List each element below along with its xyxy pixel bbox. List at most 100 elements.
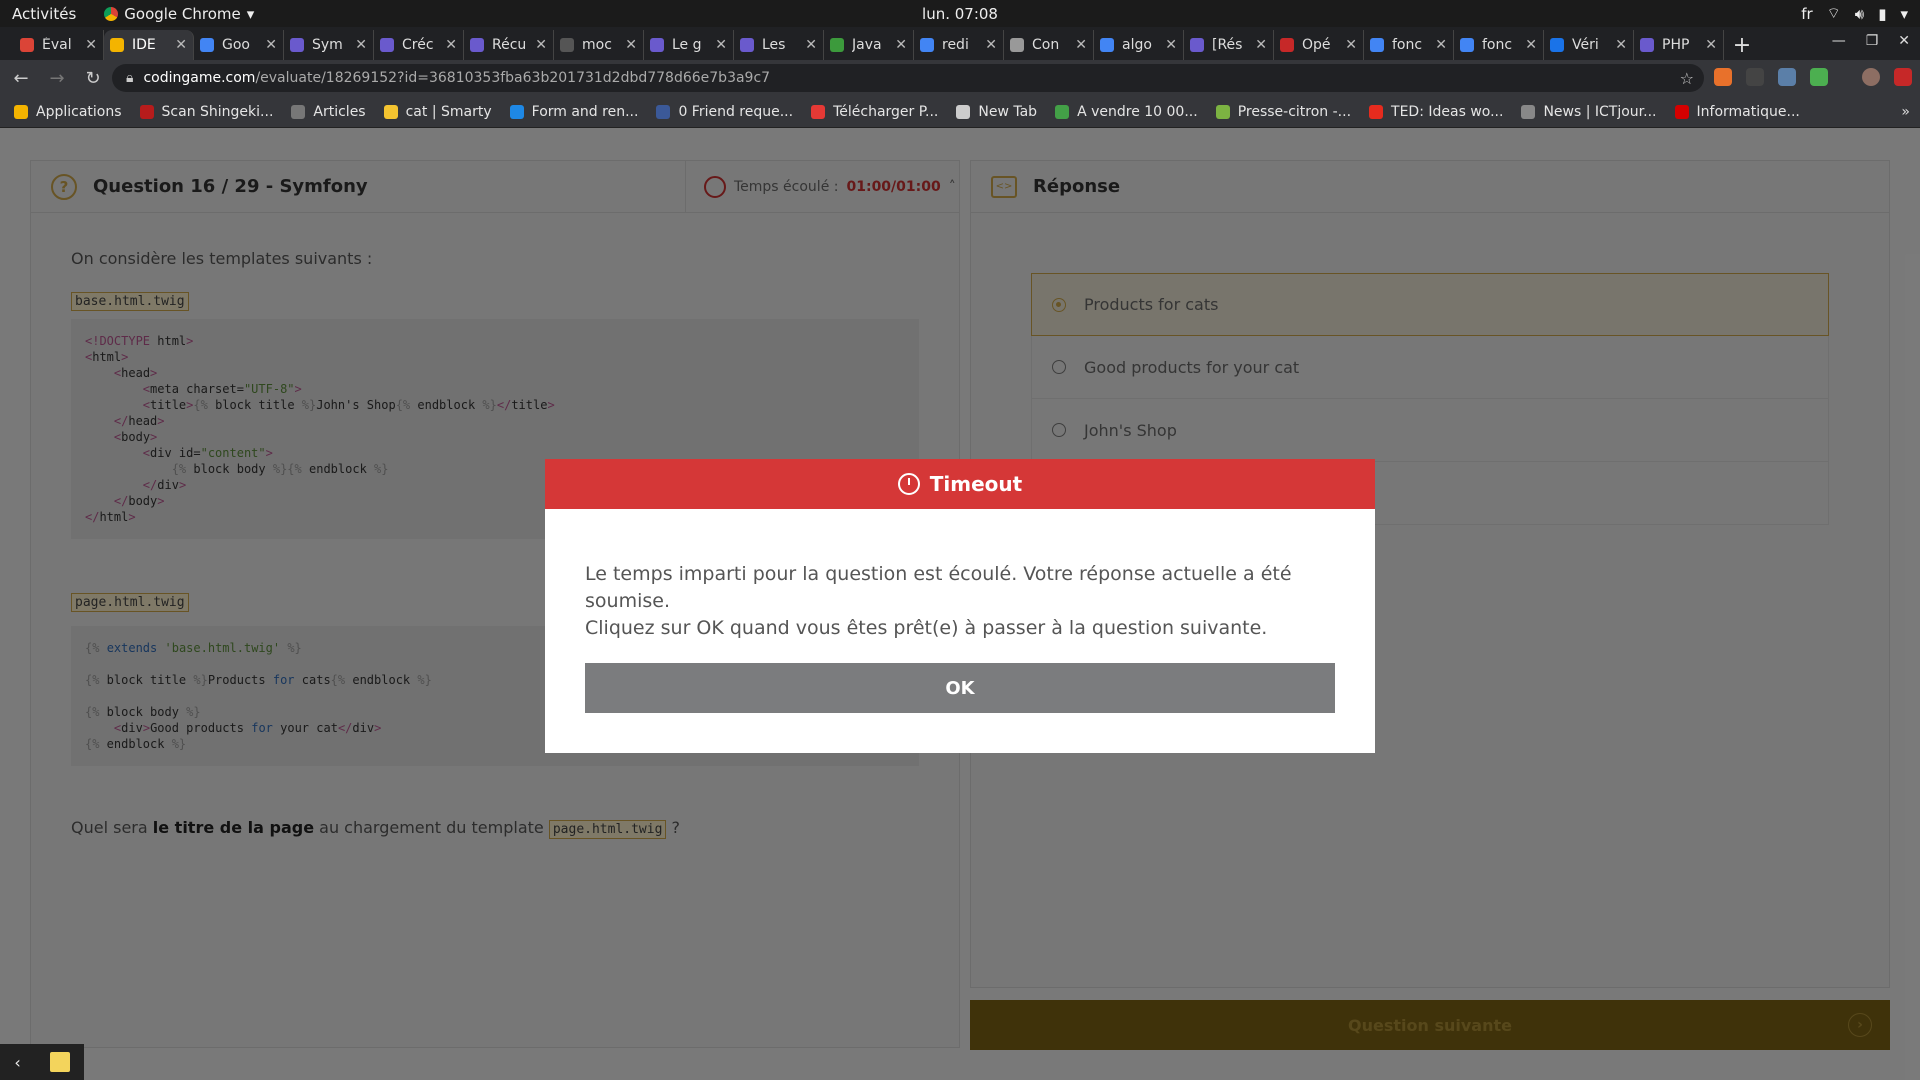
close-tab-icon[interactable]: ✕ <box>85 37 97 53</box>
browser-tab[interactable]: Véri ✕ <box>1544 30 1634 60</box>
browser-tab[interactable]: Éval ✕ <box>14 30 104 60</box>
extension-icon[interactable] <box>1894 68 1912 86</box>
browser-tab[interactable]: Con ✕ <box>1004 30 1094 60</box>
close-tab-icon[interactable]: ✕ <box>1345 37 1357 53</box>
browser-tab[interactable]: algo ✕ <box>1094 30 1184 60</box>
bookmark-favicon-icon <box>509 104 524 119</box>
close-tab-icon[interactable]: ✕ <box>175 37 187 53</box>
system-tray[interactable]: fr ⌔ 🔊︎ ▮ ▾ <box>1801 4 1908 23</box>
chrome-icon <box>104 6 119 21</box>
bookmark-item[interactable]: New Tab <box>956 104 1037 120</box>
tab-favicon-icon <box>1460 38 1474 52</box>
close-tab-icon[interactable]: ✕ <box>445 37 457 53</box>
avatar[interactable] <box>1862 68 1880 86</box>
close-tab-icon[interactable]: ✕ <box>715 37 727 53</box>
bookmark-item[interactable]: A vendre 10 00... <box>1055 104 1198 120</box>
address-bar[interactable]: 🔒︎ codingame.com /evaluate/18269152?id=3… <box>112 64 1704 92</box>
close-tab-icon[interactable]: ✕ <box>1165 37 1177 53</box>
tab-favicon-icon <box>920 38 934 52</box>
browser-tab[interactable]: Récu ✕ <box>464 30 554 60</box>
browser-tab[interactable]: fonc ✕ <box>1364 30 1454 60</box>
minimize-icon[interactable]: — <box>1832 33 1846 49</box>
bookmark-label: New Tab <box>978 103 1038 120</box>
bookmark-favicon-icon <box>656 104 671 119</box>
bookmark-item[interactable]: TED: Ideas wo... <box>1369 104 1503 120</box>
extension-icon[interactable] <box>1778 68 1796 86</box>
extension-icon[interactable] <box>1714 68 1732 86</box>
browser-tab[interactable]: PHP ✕ <box>1634 30 1724 60</box>
browser-tab[interactable]: Goo ✕ <box>194 30 284 60</box>
close-tab-icon[interactable]: ✕ <box>1435 37 1447 53</box>
close-icon[interactable]: ✕ <box>1898 33 1910 49</box>
bookmark-item[interactable]: Presse-citron -... <box>1215 104 1351 120</box>
bookmark-item[interactable]: Applications <box>14 104 122 120</box>
bookmark-favicon-icon <box>956 104 971 119</box>
close-tab-icon[interactable]: ✕ <box>895 37 907 53</box>
browser-tab[interactable]: fonc ✕ <box>1454 30 1544 60</box>
close-tab-icon[interactable]: ✕ <box>985 37 997 53</box>
ok-button[interactable]: OK <box>585 663 1335 713</box>
bookmark-item[interactable]: Télécharger P... <box>811 104 938 120</box>
browser-tab[interactable]: moc ✕ <box>554 30 644 60</box>
browser-tab[interactable]: Les ✕ <box>734 30 824 60</box>
forward-icon[interactable]: → <box>42 68 72 89</box>
back-icon[interactable]: ← <box>6 68 36 89</box>
bookmark-label: News | ICTjour... <box>1543 103 1657 120</box>
bookmark-favicon-icon <box>14 104 28 119</box>
bookmark-item[interactable]: cat | Smarty <box>383 104 492 120</box>
browser-toolbar: ← → ↻ 🔒︎ codingame.com /evaluate/1826915… <box>0 60 1920 96</box>
language-indicator[interactable]: fr <box>1801 5 1812 23</box>
browser-tab[interactable]: Java ✕ <box>824 30 914 60</box>
browser-tab[interactable]: Opé ✕ <box>1274 30 1364 60</box>
bookmark-label: Informatique... <box>1696 103 1800 120</box>
browser-tab[interactable]: Créc ✕ <box>374 30 464 60</box>
reload-icon[interactable]: ↻ <box>78 68 108 89</box>
activities-button[interactable]: Activités <box>12 5 76 23</box>
chevron-left-icon[interactable]: ‹ <box>14 1053 20 1072</box>
modal-message: Cliquez sur OK quand vous êtes prêt(e) à… <box>585 617 1268 639</box>
close-tab-icon[interactable]: ✕ <box>265 37 277 53</box>
bookmark-list: Applications Scan Shingeki... Articles cat … <box>14 104 1800 120</box>
bookmark-item[interactable]: Articles <box>291 104 366 120</box>
bookmark-star-icon[interactable]: ☆ <box>1680 69 1694 88</box>
restore-icon[interactable]: ❐ <box>1866 33 1879 49</box>
more-bookmarks-icon[interactable]: » <box>1901 104 1910 120</box>
close-tab-icon[interactable]: ✕ <box>535 37 547 53</box>
bookmarks-bar: Applications Scan Shingeki... Articles cat … <box>0 96 1920 128</box>
tab-list: Éval ✕ IDE ✕ Goo ✕ Sym ✕ Créc ✕ Récu ✕ moc ✕ Le g ✕ Les ✕… <box>14 30 1724 60</box>
browser-tab[interactable]: Le g ✕ <box>644 30 734 60</box>
close-tab-icon[interactable]: ✕ <box>1525 37 1537 53</box>
tab-title: fonc <box>1392 37 1423 53</box>
bookmark-item[interactable]: Form and ren... <box>509 104 638 120</box>
close-tab-icon[interactable]: ✕ <box>355 37 367 53</box>
browser-tab[interactable]: IDE ✕ <box>104 30 194 60</box>
close-tab-icon[interactable]: ✕ <box>1075 37 1087 53</box>
bookmark-item[interactable]: Informatique... <box>1674 103 1800 120</box>
tab-favicon-icon <box>1280 38 1294 52</box>
close-tab-icon[interactable]: ✕ <box>625 37 637 53</box>
browser-tab[interactable]: Sym ✕ <box>284 30 374 60</box>
close-tab-icon[interactable]: ✕ <box>1255 37 1267 53</box>
bookmark-favicon-icon <box>1215 104 1230 119</box>
extension-icon[interactable] <box>1810 68 1828 86</box>
tab-favicon-icon <box>1010 38 1024 52</box>
bookmark-favicon-icon <box>383 104 398 119</box>
browser-tab[interactable]: redi ✕ <box>914 30 1004 60</box>
close-tab-icon[interactable]: ✕ <box>1615 37 1627 53</box>
bookmark-label: A vendre 10 00... <box>1077 103 1198 120</box>
close-tab-icon[interactable]: ✕ <box>1705 37 1717 53</box>
close-tab-icon[interactable]: ✕ <box>805 37 817 53</box>
app-menu[interactable]: Google Chrome ▾ <box>104 5 254 23</box>
new-tab-button[interactable]: + <box>1724 30 1760 60</box>
bookmark-item[interactable]: News | ICTjour... <box>1521 103 1657 120</box>
browser-tab[interactable]: [Rés ✕ <box>1184 30 1274 60</box>
url-host: codingame.com <box>143 70 256 86</box>
bookmark-item[interactable]: Scan Shingeki... <box>139 104 273 120</box>
volume-icon: 🔊︎ <box>1854 4 1865 23</box>
extension-icon[interactable] <box>1746 68 1764 86</box>
clock[interactable]: lun. 07:08 <box>922 5 998 23</box>
bookmark-item[interactable]: 0 Friend reque... <box>656 104 793 120</box>
tab-favicon-icon <box>110 38 124 52</box>
tab-title: Le g <box>672 37 702 53</box>
notes-icon[interactable] <box>49 1052 70 1072</box>
